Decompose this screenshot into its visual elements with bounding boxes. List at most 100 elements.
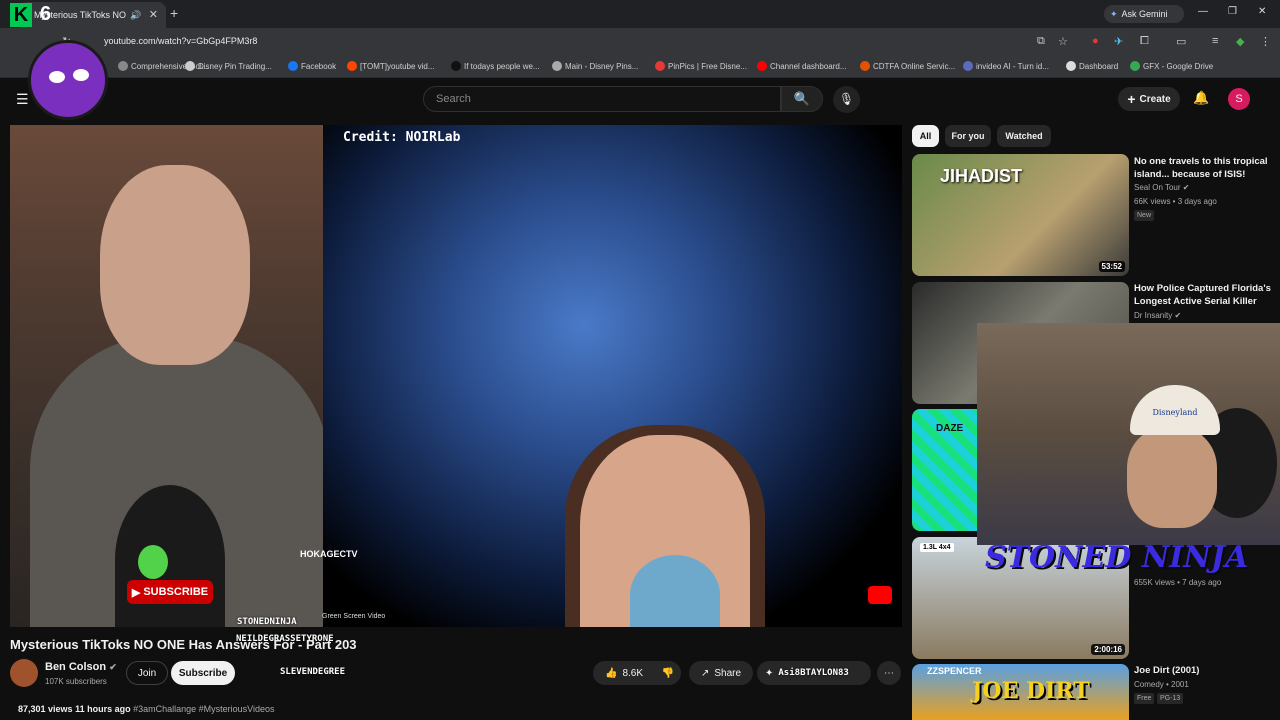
close-window-button[interactable]: ✕	[1258, 6, 1266, 17]
duration-badge: 53:52	[1098, 261, 1125, 272]
bookmark-star-icon[interactable]: ☆	[1058, 35, 1068, 48]
search-button[interactable]: 🔍	[781, 86, 823, 112]
verified-icon: ✔	[1182, 183, 1190, 192]
rec-title[interactable]: How Police Captured Florida's Longest Ac…	[1134, 282, 1272, 308]
bookmark-label: If todays people we...	[464, 61, 540, 71]
bookmark-item[interactable]: Disney Pin Trading...	[185, 61, 272, 71]
rec-title[interactable]: Joe Dirt (2001)	[1134, 664, 1272, 677]
channel-avatar[interactable]	[10, 659, 38, 687]
bookmark-label: [TOMT]youtube vid...	[360, 61, 435, 71]
bookmark-item[interactable]: invideo AI - Turn id...	[963, 61, 1049, 71]
video-meta-line[interactable]: 87,301 views 11 hours ago #3amChallange …	[18, 704, 275, 714]
chip-watched[interactable]: Watched	[997, 125, 1051, 147]
extension-red-icon[interactable]: ●	[1092, 35, 1099, 47]
sparkle-icon: ✦	[765, 667, 774, 679]
like-count: 8.6K	[622, 667, 644, 679]
cast-icon[interactable]: ⧉	[1037, 35, 1045, 48]
bookmark-label: Dashboard	[1079, 61, 1119, 71]
profile-extension-icon[interactable]: ◆	[1236, 35, 1244, 48]
chip-label: All	[919, 131, 932, 141]
account-avatar[interactable]: S	[1228, 88, 1250, 110]
minimize-button[interactable]: —	[1198, 6, 1208, 17]
dislike-button[interactable]: 👎	[655, 661, 681, 685]
extension-blue-icon[interactable]: ✈	[1114, 35, 1123, 48]
rec-title[interactable]: No one travels to this tropical island..…	[1134, 155, 1272, 181]
like-button[interactable]: 👍 8.6K	[593, 661, 655, 685]
chip-for-you[interactable]: For you	[945, 125, 991, 147]
rec-channel[interactable]: Dr Insanity ✔	[1134, 311, 1181, 320]
rec-channel[interactable]: Seal On Tour ✔	[1134, 183, 1189, 192]
ask-button[interactable]: ✦ Asi8BTAYLON83	[757, 661, 871, 685]
rec-thumbnail[interactable]: ZZSPENCER JOE DIRT	[912, 664, 1129, 720]
mic-icon: 🎙	[838, 92, 855, 106]
tab-audio-icon[interactable]: 🔊	[130, 10, 141, 21]
rec-thumbnail[interactable]: JIHADIST 53:52	[912, 154, 1129, 276]
verified-icon: ✔	[1174, 311, 1182, 320]
streamer-camera	[10, 125, 330, 627]
hokage-watermark: HOKAGECTV	[300, 549, 358, 559]
chip-label: For you	[951, 131, 985, 141]
chip-all[interactable]: All	[912, 125, 939, 147]
search-input[interactable]: Search	[423, 86, 781, 112]
new-badge: New	[1134, 210, 1155, 221]
bookmark-label: Facebook	[301, 61, 337, 71]
alien-icon	[138, 545, 168, 579]
ask-gemini-button[interactable]: ✦ Ask Gemini	[1104, 5, 1184, 23]
notifications-bell-icon[interactable]: 🔔	[1193, 90, 1209, 106]
verified-icon: ✔	[109, 662, 117, 672]
thumb-text: JIHADIST	[940, 166, 1023, 186]
browser-menu-icon[interactable]: ⋮	[1260, 35, 1271, 48]
overlay-webcam: Disneyland	[977, 323, 1280, 545]
url-field[interactable]: youtube.com/watch?v=GbGp4FPM3r8	[104, 36, 257, 46]
join-button[interactable]: Join	[126, 661, 168, 685]
create-button[interactable]: + Create	[1118, 87, 1180, 111]
bookmark-label: CDTFA Online Servic...	[873, 61, 956, 71]
video-player[interactable]: Credit: NOIRLab HOKAGECTV Green Screen V…	[10, 125, 902, 627]
bookmark-item[interactable]: GFX - Google Drive	[1130, 61, 1213, 71]
more-icon: ⋯	[884, 667, 894, 679]
hashtags[interactable]: #3amChallange #MysteriousVideos	[133, 704, 274, 714]
duration-badge: 2:00:16	[1091, 644, 1125, 655]
k6-number: 6	[40, 3, 52, 25]
bookmark-item[interactable]: Dashboard	[1066, 61, 1118, 71]
stoned-ninja-banner: STONED NINJA	[985, 540, 1249, 575]
guide-menu-icon[interactable]: ☰	[16, 91, 29, 108]
maximize-button[interactable]: ❐	[1228, 6, 1237, 17]
channel-name[interactable]: Ben Colson ✔	[45, 661, 117, 673]
tab-close-icon[interactable]: ✕	[149, 8, 158, 21]
browser-tab-bar: Mysterious TikToks NO ONE 🔊 ✕ + ✦ Ask Ge…	[0, 0, 1280, 28]
bookmark-favicon-icon	[288, 61, 298, 71]
bookmark-item[interactable]: Facebook	[288, 61, 336, 71]
new-tab-button[interactable]: +	[170, 5, 178, 21]
bookmark-favicon-icon	[963, 61, 973, 71]
face-shape	[100, 165, 250, 365]
thumbs-down-icon: 👎	[661, 667, 675, 679]
more-actions-button[interactable]: ⋯	[877, 661, 901, 685]
k6-logo: K	[10, 3, 32, 27]
chip-label: Watched	[1005, 131, 1043, 141]
media-icon[interactable]: ≡	[1212, 35, 1218, 47]
bookmark-item[interactable]: CDTFA Online Servic...	[860, 61, 955, 71]
bookmark-item[interactable]: If todays people we...	[451, 61, 540, 71]
share-button[interactable]: ↗ Share	[689, 661, 753, 685]
youtube-watermark-icon	[868, 586, 892, 604]
bookmark-item[interactable]: Channel dashboard...	[757, 61, 847, 71]
bookmark-label: PinPics | Free Disne...	[668, 61, 747, 71]
address-bar-row: ↻ youtube.com/watch?v=GbGp4FPM3r8 ⧉ ☆ ● …	[0, 28, 1280, 56]
video-title: Mysterious TikToks NO ONE Has Answers Fo…	[10, 637, 357, 652]
thumb-text: 1.3L 4x4	[920, 543, 954, 552]
extensions-icon[interactable]: ⧠	[1140, 35, 1149, 48]
bookmark-favicon-icon	[451, 61, 461, 71]
sidepanel-icon[interactable]: ▭	[1176, 35, 1186, 48]
zzspencer-tag: ZZSPENCER	[927, 666, 982, 676]
subscribe-overlay-label: SUBSCRIBE	[143, 586, 209, 598]
bookmark-favicon-icon	[185, 61, 195, 71]
search-icon: 🔍	[793, 91, 811, 106]
green-screen-caption: Green Screen Video	[322, 613, 386, 620]
bookmarks-bar: Comprehensive Gol... Disney Pin Trading..…	[0, 56, 1280, 78]
bookmark-item[interactable]: PinPics | Free Disne...	[655, 61, 747, 71]
subscribe-button[interactable]: Subscribe	[171, 661, 235, 685]
voice-search-button[interactable]: 🎙	[833, 86, 860, 113]
bookmark-item[interactable]: Main - Disney Pins...	[552, 61, 638, 71]
bookmark-item[interactable]: [TOMT]youtube vid...	[347, 61, 435, 71]
